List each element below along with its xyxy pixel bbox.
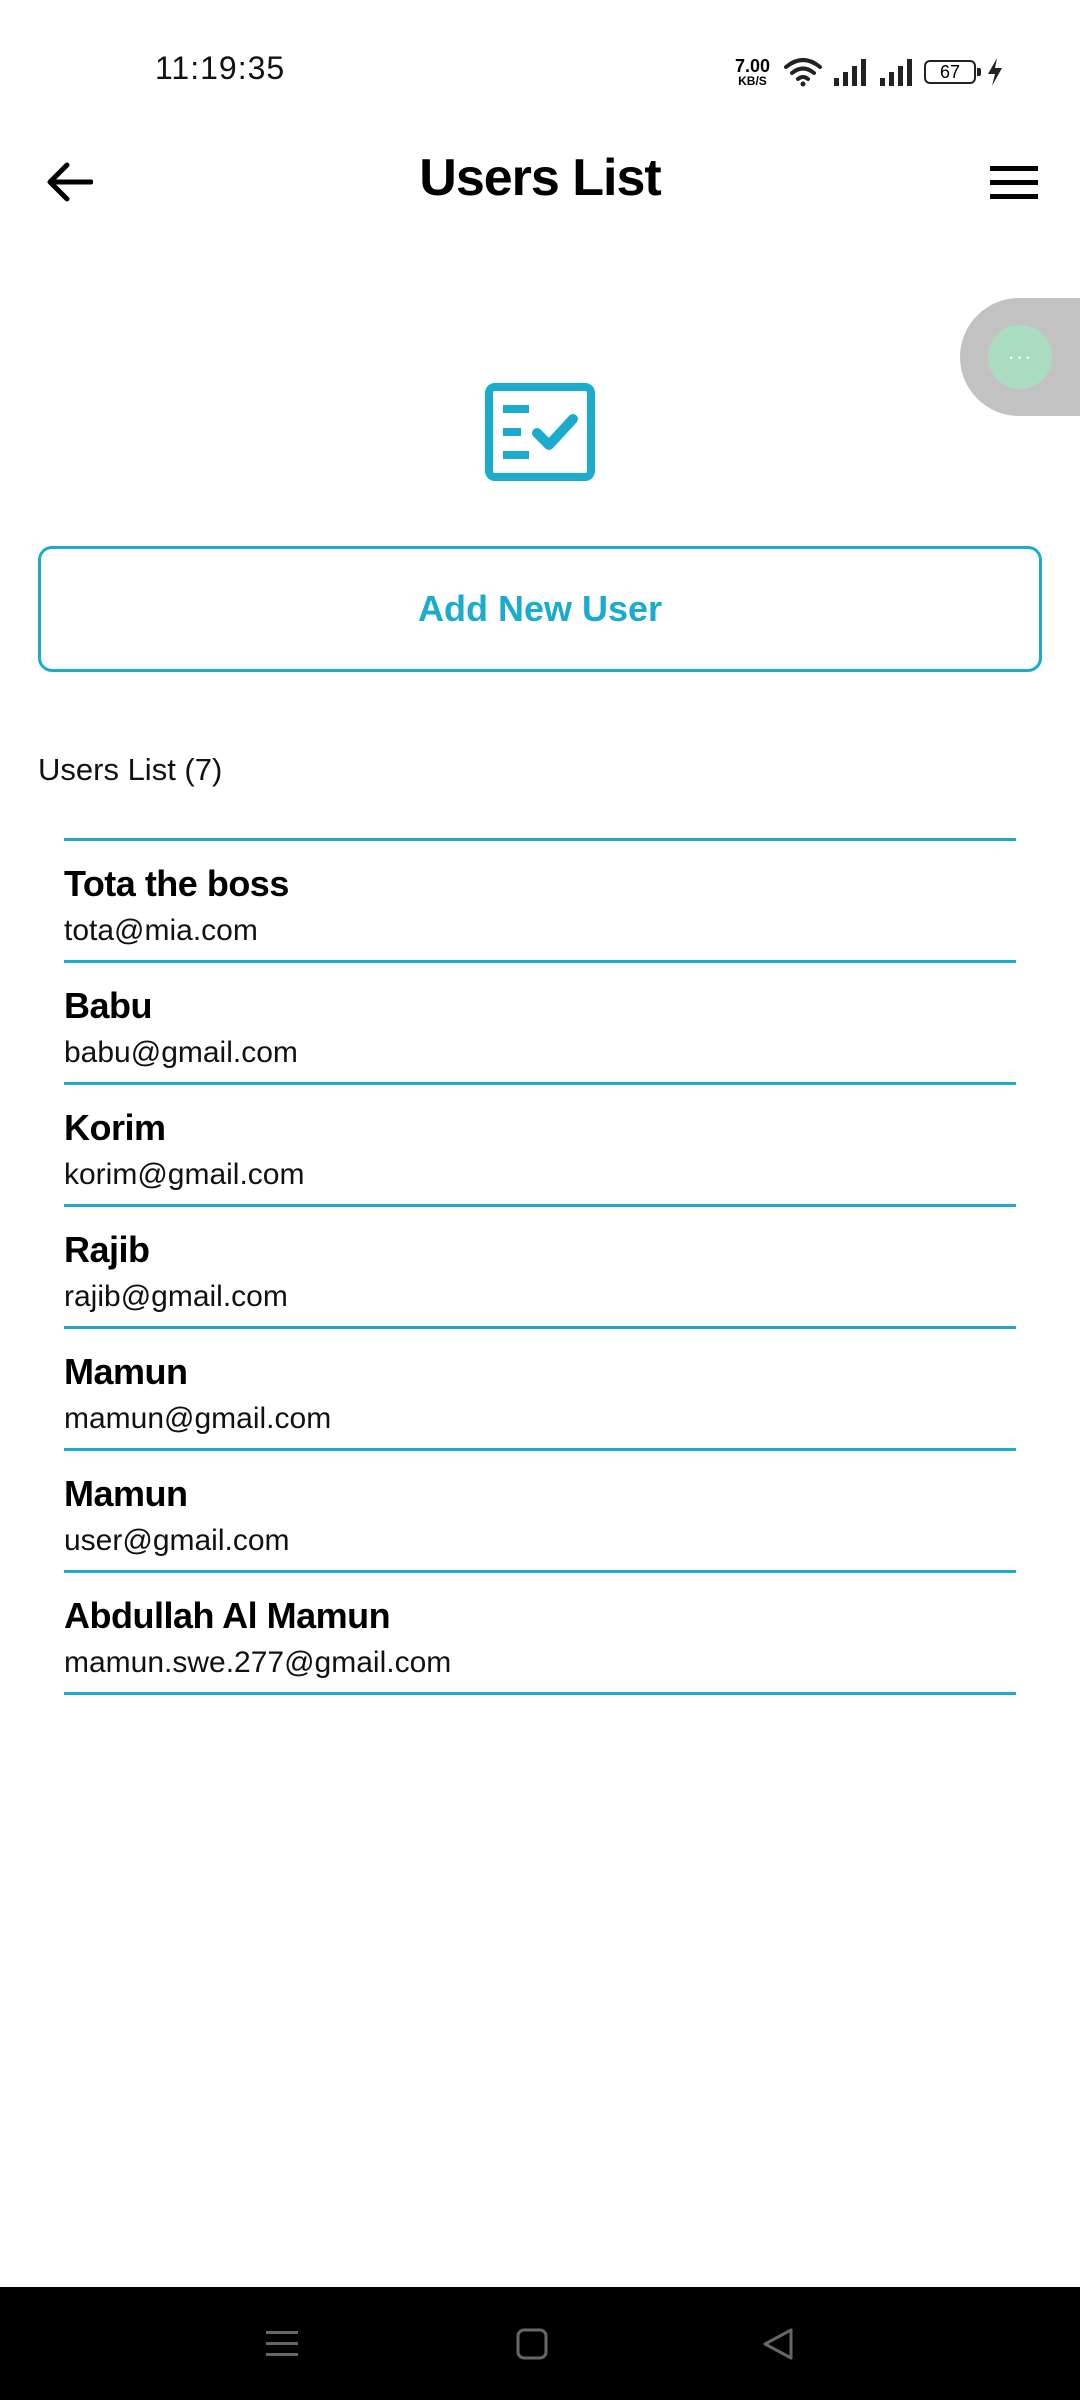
user-email: mamun@gmail.com: [64, 1402, 332, 1435]
battery-level: 67: [939, 61, 961, 82]
user-email: rajib@gmail.com: [64, 1280, 288, 1313]
user-name: Babu: [64, 985, 153, 1026]
user-list: Tota the boss tota@mia.com Babu babu@gma…: [64, 838, 1016, 1695]
user-email: mamun.swe.277@gmail.com: [64, 1646, 452, 1679]
list-item[interactable]: Mamun mamun@gmail.com: [64, 1329, 1016, 1451]
back-triangle-icon: [763, 2328, 793, 2360]
users-list-heading: Users List (7): [38, 752, 223, 787]
recents-button[interactable]: [252, 2317, 312, 2371]
checklist-icon: [485, 383, 595, 481]
list-item[interactable]: Tota the boss tota@mia.com: [64, 841, 1016, 963]
add-new-user-button[interactable]: Add New User: [38, 546, 1042, 672]
list-item[interactable]: Korim korim@gmail.com: [64, 1085, 1016, 1207]
system-back-button[interactable]: [748, 2317, 808, 2371]
user-name: Korim: [64, 1107, 166, 1148]
signal-icon: [834, 59, 866, 86]
wifi-icon: [784, 58, 822, 87]
user-email: korim@gmail.com: [64, 1158, 305, 1191]
recents-icon: [266, 2331, 298, 2356]
user-name: Tota the boss: [64, 863, 289, 904]
status-icons: 7.00 KB/S 67: [735, 52, 1004, 92]
network-speed-value: 7.00: [734, 56, 770, 76]
user-name: Mamun: [64, 1351, 188, 1392]
user-email: tota@mia.com: [64, 914, 258, 947]
user-email: babu@gmail.com: [64, 1036, 298, 1069]
system-nav-bar: [0, 2287, 1080, 2400]
user-name: Rajib: [64, 1229, 150, 1270]
battery-icon: 67: [924, 60, 981, 84]
user-email: user@gmail.com: [64, 1524, 290, 1557]
floating-assistant-button[interactable]: ···: [960, 298, 1080, 416]
hamburger-menu-icon: [990, 166, 1038, 199]
page-title: Users List: [419, 149, 661, 207]
home-button[interactable]: [502, 2317, 562, 2371]
signal-icon: [880, 59, 912, 86]
network-speed-unit: KB/S: [738, 74, 767, 88]
charging-icon: [988, 58, 1002, 86]
screen: 11:19:35 7.00 KB/S 67 Users List ··· Add…: [0, 0, 1080, 2400]
list-item[interactable]: Mamun user@gmail.com: [64, 1451, 1016, 1573]
home-icon: [516, 2328, 548, 2360]
network-speed: 7.00 KB/S: [735, 57, 770, 87]
status-bar: 11:19:35 7.00 KB/S 67: [0, 0, 1080, 130]
user-name: Mamun: [64, 1473, 188, 1514]
status-time: 11:19:35: [155, 50, 286, 86]
list-item[interactable]: Abdullah Al Mamun mamun.swe.277@gmail.co…: [64, 1573, 1016, 1695]
toolbar: Users List: [0, 130, 1080, 230]
user-name: Abdullah Al Mamun: [64, 1595, 391, 1636]
more-icon: ···: [988, 325, 1052, 389]
list-item[interactable]: Babu babu@gmail.com: [64, 963, 1016, 1085]
menu-button[interactable]: [984, 152, 1044, 212]
list-item[interactable]: Rajib rajib@gmail.com: [64, 1207, 1016, 1329]
